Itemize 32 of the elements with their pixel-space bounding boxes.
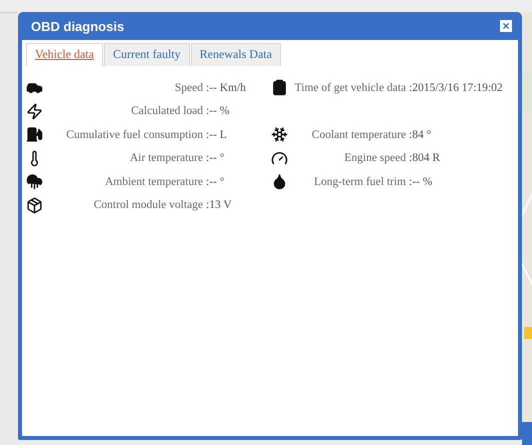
- tab[interactable]: Renewals Data: [190, 43, 281, 66]
- field-label: Ambient temperature: [104, 176, 203, 188]
- field-label: Air temperature: [128, 152, 203, 164]
- field-label: Cumulative fuel consumption: [65, 128, 203, 141]
- close-button[interactable]: ×: [500, 20, 512, 32]
- box-icon: [26, 196, 43, 214]
- tab[interactable]: Vehicle data: [26, 43, 103, 66]
- field-value: :84 °: [409, 128, 432, 141]
- field-label: Coolant temperature: [310, 128, 406, 141]
- field-value: :2015/3/16 17:19:02: [409, 82, 503, 94]
- field-value: :13 V: [206, 199, 233, 212]
- gauge-icon: [271, 150, 288, 167]
- field-value: :-- °: [206, 176, 226, 188]
- field-label: Time of get vehicle data: [294, 82, 406, 94]
- tab[interactable]: Current faulty: [104, 43, 190, 66]
- field-value: :804 R: [409, 152, 441, 164]
- field-value: :-- %: [206, 105, 230, 118]
- field-value: :-- L: [206, 128, 228, 141]
- field-label: Control module voltage: [92, 199, 203, 212]
- droplet-icon: [271, 173, 288, 190]
- fuel-can-icon: [26, 126, 43, 144]
- field-label: Calculated load: [130, 105, 203, 118]
- field-value: :-- °: [206, 152, 226, 164]
- field-label: Long-term fuel trim: [313, 176, 406, 188]
- cloud-icon: [26, 173, 43, 190]
- field-value: :-- Km/h: [206, 82, 247, 94]
- field-label: Engine speed: [343, 152, 406, 164]
- field-label: Speed: [174, 82, 203, 94]
- lightning-icon: [26, 102, 43, 120]
- dialog-title: OBD diagnosis: [31, 18, 124, 34]
- snowflake-icon: [271, 126, 288, 144]
- field-value: :-- %: [409, 176, 434, 188]
